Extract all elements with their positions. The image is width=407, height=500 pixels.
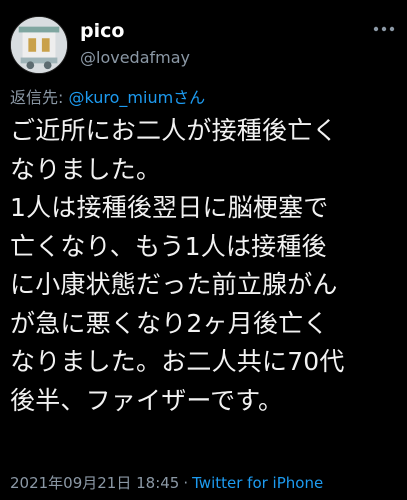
reply-mention-link[interactable]: @kuro_miumさん: [68, 88, 205, 107]
tweet-line: ご近所にお二人が接種後亡く: [10, 116, 338, 145]
tweet-line: なりました。: [10, 154, 162, 184]
tweet-line: に小康状態だった前立腺がん: [10, 270, 338, 299]
tweet-line: なりました。お二人共に70代: [10, 347, 345, 376]
display-name[interactable]: pico: [80, 20, 190, 42]
tweet-line: 1人は接種後翌日に脳梗塞で: [10, 193, 329, 222]
tweet-source-link[interactable]: Twitter for iPhone: [192, 474, 323, 492]
tweet-meta: 2021年09月21日 18:45 · Twitter for iPhone: [10, 474, 323, 492]
reply-context: 返信先: @kuro_miumさん: [10, 88, 205, 108]
tweet-timestamp[interactable]: 2021年09月21日 18:45: [10, 474, 179, 492]
more-horizontal-icon[interactable]: [373, 26, 395, 32]
meta-separator: ·: [183, 474, 189, 492]
reply-prefix: 返信先:: [10, 88, 69, 107]
avatar-image: [11, 17, 67, 73]
avatar[interactable]: [10, 16, 68, 74]
user-names: pico @lovedafmay: [80, 20, 190, 68]
tweet-line: 亡くなり、もう1人は接種後: [10, 231, 327, 261]
tweet-header: pico @lovedafmay: [10, 12, 397, 76]
user-handle[interactable]: @lovedafmay: [80, 48, 190, 68]
tweet-line: 後半、ファイザーです。: [10, 385, 284, 415]
tweet-line: が急に悪くなり2ヶ月後亡く: [10, 308, 329, 338]
tweet-text: ご近所にお二人が接種後亡く なりました。 1人は接種後翌日に脳梗塞で 亡くなり、…: [10, 112, 402, 420]
